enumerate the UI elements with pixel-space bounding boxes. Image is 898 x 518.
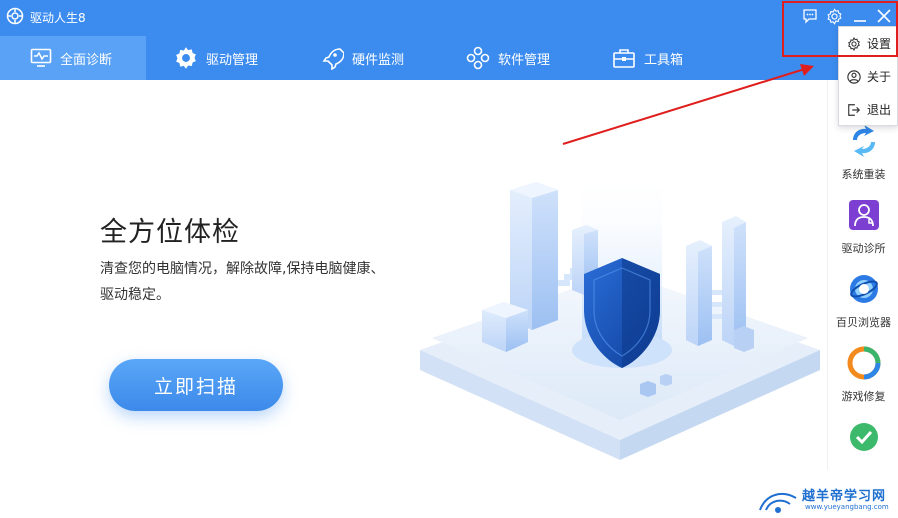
gear-icon <box>848 36 860 51</box>
sidebar-item-security-check[interactable] <box>828 420 898 462</box>
menu-item-label: 关于 <box>867 70 892 84</box>
gear-icon <box>826 7 842 25</box>
watermark-text: 越羊帝学习网 <box>802 489 887 504</box>
tab-hardware-monitor[interactable]: 硬件监测 <box>320 36 404 80</box>
sidebar-item-label: 游戏修复 <box>841 390 886 403</box>
menu-item-about[interactable]: 关于 <box>839 60 898 93</box>
app-window: 驱动人生8 全面诊断 驱动管理 硬件监测 软件管理 工具箱 全方位体检 清查您的… <box>0 0 898 518</box>
rocket-icon <box>322 48 344 70</box>
hero-description: 清查您的电脑情况，解除故障,保持电脑健康、驱动稳定。 <box>100 261 385 303</box>
sidebar-item-baibei-browser[interactable]: 百贝浏览器 <box>828 272 898 330</box>
tab-software-management[interactable]: 软件管理 <box>466 36 550 80</box>
check-shield-icon <box>849 423 878 451</box>
tab-label: 工具箱 <box>644 52 684 68</box>
menu-item-label: 退出 <box>867 103 892 117</box>
tab-label: 软件管理 <box>498 52 551 68</box>
doctor-icon <box>848 200 879 230</box>
settings-menu-button[interactable] <box>824 6 844 26</box>
tab-label: 硬件监测 <box>352 52 405 68</box>
apps-icon <box>466 46 490 70</box>
sidebar-item-label: 驱动诊所 <box>841 242 886 255</box>
tab-driver-management[interactable]: 驱动管理 <box>174 36 258 80</box>
chat-icon <box>803 9 817 24</box>
close-icon <box>877 9 891 23</box>
game-repair-icon <box>847 346 880 380</box>
sidebar-item-label: 系统重装 <box>841 168 886 181</box>
feedback-button[interactable] <box>800 6 820 26</box>
window-title: 驱动人生8 <box>30 11 86 25</box>
toolbox-icon <box>613 49 635 68</box>
security-illustration <box>420 170 820 460</box>
tools-sidebar: 系统重装 驱动诊所 百贝浏览器 游戏修复 <box>827 80 898 470</box>
sidebar-item-driver-clinic[interactable]: 驱动诊所 <box>828 198 898 256</box>
browser-icon <box>849 275 878 303</box>
refresh-arrows-icon <box>852 125 875 157</box>
main-nav: 全面诊断 驱动管理 硬件监测 软件管理 工具箱 <box>0 36 898 80</box>
watermark-url: www.yueyangbang.com <box>805 503 889 511</box>
scan-now-button[interactable]: 立即扫描 <box>109 359 283 411</box>
menu-item-label: 设置 <box>867 37 892 51</box>
sidebar-item-game-repair[interactable]: 游戏修复 <box>828 346 898 404</box>
exit-icon <box>848 103 861 116</box>
menu-item-exit[interactable]: 退出 <box>839 93 898 126</box>
tab-toolbox[interactable]: 工具箱 <box>612 36 683 80</box>
close-button[interactable] <box>874 6 894 26</box>
minimize-button[interactable] <box>850 6 870 26</box>
title-bar: 驱动人生8 <box>0 0 898 36</box>
tab-full-diagnosis[interactable]: 全面诊断 <box>0 36 146 80</box>
menu-item-settings[interactable]: 设置 <box>839 27 898 60</box>
monitor-pulse-icon <box>30 48 52 67</box>
hero-title: 全方位体检 <box>100 217 240 248</box>
sidebar-item-label: 百贝浏览器 <box>836 316 891 329</box>
sidebar-item-system-reinstall[interactable]: 系统重装 <box>828 124 898 182</box>
settings-dropdown-menu: 设置 关于 退出 <box>838 26 898 126</box>
app-logo-icon <box>6 7 24 25</box>
tab-label: 驱动管理 <box>206 52 259 68</box>
tab-label: 全面诊断 <box>60 52 113 68</box>
user-circle-icon <box>847 69 861 84</box>
gear-icon <box>176 47 196 69</box>
minimize-icon <box>854 20 866 22</box>
